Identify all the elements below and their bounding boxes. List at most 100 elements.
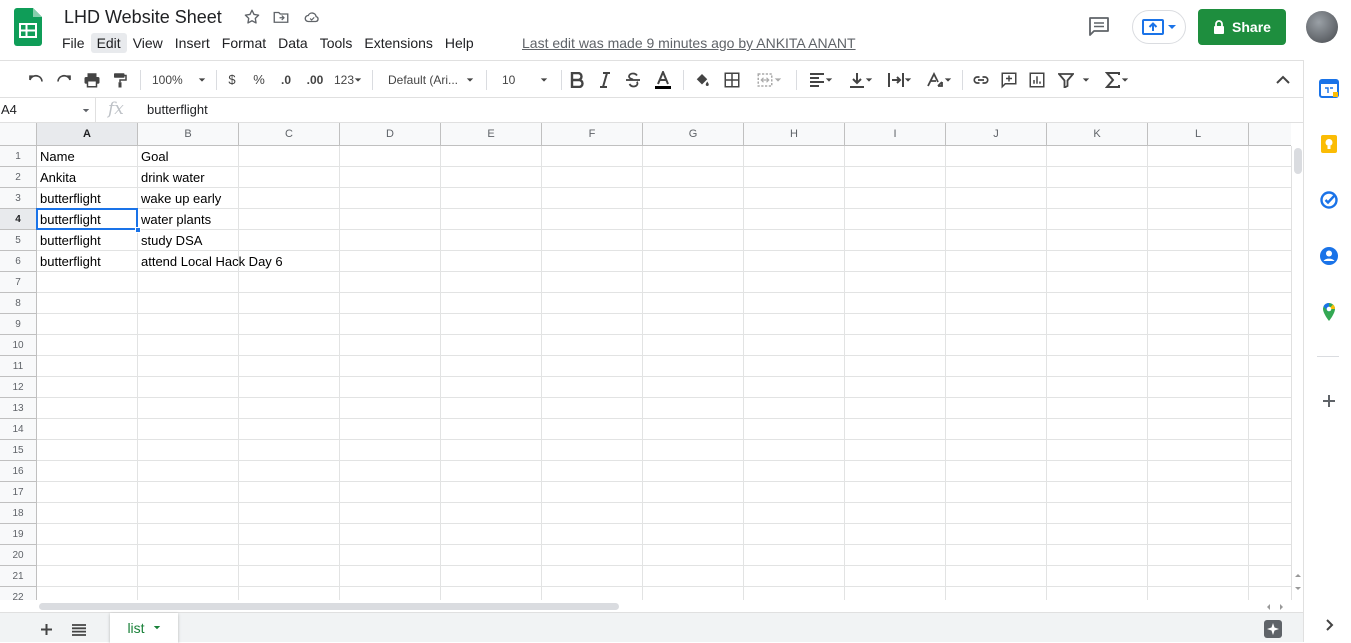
- row-header-6[interactable]: 6: [0, 251, 37, 272]
- cell[interactable]: [1249, 272, 1291, 293]
- cell-f9[interactable]: [542, 314, 643, 335]
- column-header-e[interactable]: E: [441, 123, 542, 146]
- cell[interactable]: [1249, 377, 1291, 398]
- cell-c6[interactable]: [239, 251, 340, 272]
- account-avatar[interactable]: [1306, 11, 1338, 43]
- cell[interactable]: [1249, 314, 1291, 335]
- cell-i15[interactable]: [845, 440, 946, 461]
- scroll-right-arrow-icon[interactable]: [1277, 602, 1287, 612]
- zoom-select[interactable]: 100%: [148, 61, 210, 98]
- cell-l13[interactable]: [1148, 398, 1249, 419]
- font-select[interactable]: Default (Ari...: [384, 61, 478, 98]
- present-button[interactable]: [1132, 10, 1186, 44]
- cell-g2[interactable]: [643, 167, 744, 188]
- cell-d22[interactable]: [340, 587, 441, 600]
- cell-h15[interactable]: [744, 440, 845, 461]
- scroll-up-arrow-icon[interactable]: [1293, 570, 1303, 580]
- cell[interactable]: [1249, 566, 1291, 587]
- cell-k4[interactable]: [1047, 209, 1148, 230]
- cell-j9[interactable]: [946, 314, 1047, 335]
- cell-i12[interactable]: [845, 377, 946, 398]
- format-percent-button[interactable]: %: [249, 61, 269, 98]
- row-header-4[interactable]: 4: [0, 209, 37, 230]
- cell-l6[interactable]: [1148, 251, 1249, 272]
- row-header-9[interactable]: 9: [0, 314, 37, 335]
- cell-f22[interactable]: [542, 587, 643, 600]
- cell-f20[interactable]: [542, 545, 643, 566]
- cell-a3[interactable]: butterflight: [37, 188, 138, 209]
- cell-i21[interactable]: [845, 566, 946, 587]
- cell-b18[interactable]: [138, 503, 239, 524]
- cell-g21[interactable]: [643, 566, 744, 587]
- menu-data[interactable]: Data: [272, 33, 314, 53]
- column-header-k[interactable]: K: [1047, 123, 1148, 146]
- row-header-2[interactable]: 2: [0, 167, 37, 188]
- share-button[interactable]: Share: [1198, 9, 1286, 45]
- italic-button[interactable]: [595, 61, 615, 98]
- cell-c1[interactable]: [239, 146, 340, 167]
- cell[interactable]: [1249, 545, 1291, 566]
- cell-j19[interactable]: [946, 524, 1047, 545]
- cell-b12[interactable]: [138, 377, 239, 398]
- cell-b15[interactable]: [138, 440, 239, 461]
- expand-panel-icon[interactable]: [1319, 615, 1339, 635]
- cell-h12[interactable]: [744, 377, 845, 398]
- cell-j15[interactable]: [946, 440, 1047, 461]
- explore-button[interactable]: [1264, 620, 1282, 638]
- cell-i22[interactable]: [845, 587, 946, 600]
- cell-f18[interactable]: [542, 503, 643, 524]
- insert-chart-button[interactable]: [1026, 61, 1048, 98]
- cell-f15[interactable]: [542, 440, 643, 461]
- cell-l1[interactable]: [1148, 146, 1249, 167]
- menu-extensions[interactable]: Extensions: [358, 33, 438, 53]
- cell-c13[interactable]: [239, 398, 340, 419]
- cell-a14[interactable]: [37, 419, 138, 440]
- cell-e15[interactable]: [441, 440, 542, 461]
- cell-f12[interactable]: [542, 377, 643, 398]
- cell-j10[interactable]: [946, 335, 1047, 356]
- cell-g10[interactable]: [643, 335, 744, 356]
- cell-f6[interactable]: [542, 251, 643, 272]
- cell-k6[interactable]: [1047, 251, 1148, 272]
- cell-a22[interactable]: [37, 587, 138, 600]
- cell-b3[interactable]: wake up early: [138, 188, 239, 209]
- insert-comment-button[interactable]: [998, 61, 1020, 98]
- cell-g18[interactable]: [643, 503, 744, 524]
- cell-d8[interactable]: [340, 293, 441, 314]
- cell-l22[interactable]: [1148, 587, 1249, 600]
- cell[interactable]: [1249, 230, 1291, 251]
- cell-c12[interactable]: [239, 377, 340, 398]
- cell-k11[interactable]: [1047, 356, 1148, 377]
- cell-h1[interactable]: [744, 146, 845, 167]
- cell-l16[interactable]: [1148, 461, 1249, 482]
- cell-a11[interactable]: [37, 356, 138, 377]
- redo-button[interactable]: [53, 61, 75, 98]
- cell-k14[interactable]: [1047, 419, 1148, 440]
- menu-view[interactable]: View: [127, 33, 169, 53]
- cell-k15[interactable]: [1047, 440, 1148, 461]
- cell-a5[interactable]: butterflight: [37, 230, 138, 251]
- cell-c10[interactable]: [239, 335, 340, 356]
- cell-i6[interactable]: [845, 251, 946, 272]
- cell-j7[interactable]: [946, 272, 1047, 293]
- cell-d15[interactable]: [340, 440, 441, 461]
- functions-button[interactable]: [1100, 61, 1134, 98]
- format-currency-button[interactable]: $: [222, 61, 242, 98]
- tasks-icon[interactable]: [1319, 190, 1339, 210]
- menu-file[interactable]: File: [56, 33, 91, 53]
- cell-b21[interactable]: [138, 566, 239, 587]
- cell-d9[interactable]: [340, 314, 441, 335]
- cell-i8[interactable]: [845, 293, 946, 314]
- cell-c16[interactable]: [239, 461, 340, 482]
- cell-h6[interactable]: [744, 251, 845, 272]
- star-icon[interactable]: [243, 8, 261, 26]
- text-rotation-button[interactable]: [922, 61, 956, 98]
- cell-l11[interactable]: [1148, 356, 1249, 377]
- cell-k7[interactable]: [1047, 272, 1148, 293]
- cell-c8[interactable]: [239, 293, 340, 314]
- cell-d18[interactable]: [340, 503, 441, 524]
- cell[interactable]: [1249, 524, 1291, 545]
- cell-e22[interactable]: [441, 587, 542, 600]
- cell-j22[interactable]: [946, 587, 1047, 600]
- cell-e7[interactable]: [441, 272, 542, 293]
